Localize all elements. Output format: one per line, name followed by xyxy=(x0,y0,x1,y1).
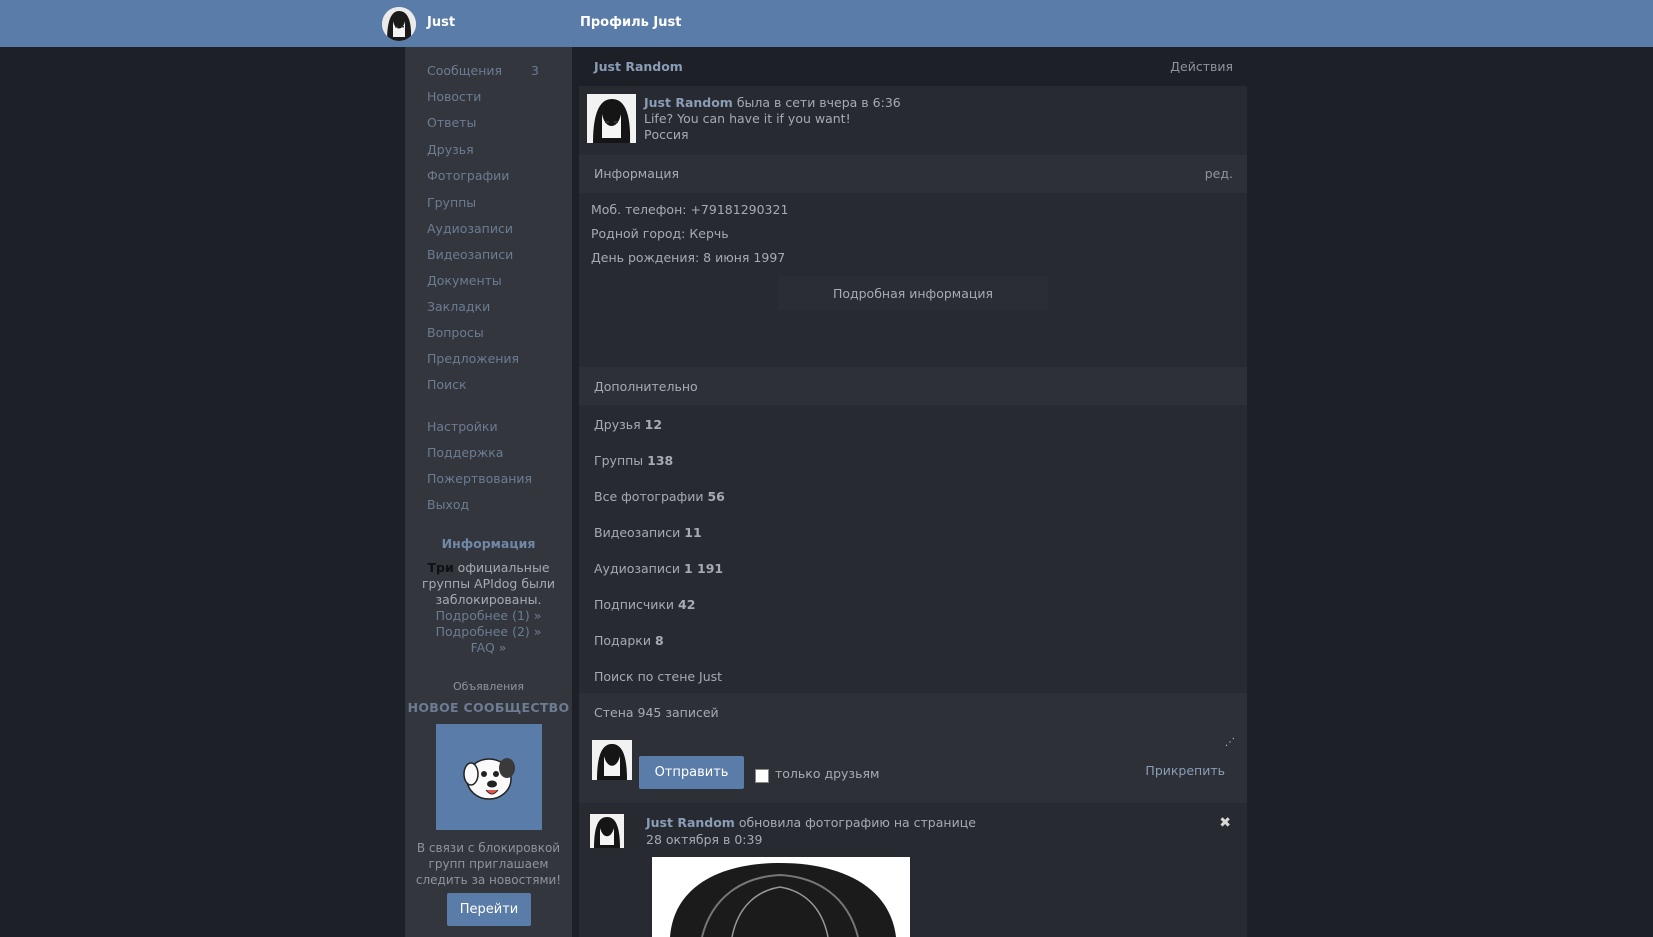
friends-only-label: только друзьям xyxy=(775,766,880,781)
sidebar-item-groups[interactable]: Группы xyxy=(427,195,476,210)
online-status: была в сети вчера в 6:36 xyxy=(732,95,901,110)
info-section-header: Информация ред. xyxy=(579,155,1247,193)
sidebar-item-replies[interactable]: Ответы xyxy=(427,115,476,130)
city-value[interactable]: Керчь xyxy=(689,226,728,241)
additional-section-title: Дополнительно xyxy=(594,379,698,394)
profile-name-link[interactable]: Just Random xyxy=(644,95,733,110)
send-button[interactable]: Отправить xyxy=(639,756,744,789)
post-header: Just Random обновила фотографию на стран… xyxy=(646,815,976,830)
info-text: Три официальные группы APIdog были забло… xyxy=(415,560,562,608)
stat-value: 12 xyxy=(644,417,663,432)
stat-label: Подарки xyxy=(594,633,651,648)
ads-go-button[interactable]: Перейти xyxy=(447,893,531,926)
sidebar-item-logout[interactable]: Выход xyxy=(427,497,469,512)
user-avatar[interactable] xyxy=(382,7,416,41)
info-title: Информация xyxy=(441,536,536,551)
stat-value: 8 xyxy=(654,633,664,648)
top-user-name[interactable]: Just xyxy=(427,15,455,30)
ads-dog-image[interactable] xyxy=(436,724,542,830)
info-link-faq[interactable]: FAQ » xyxy=(405,640,572,655)
additional-section-header: Дополнительно xyxy=(579,367,1247,405)
profile-status: Life? You can have it if you want! xyxy=(644,111,851,126)
info-link-more-1[interactable]: Подробнее (1) » xyxy=(405,608,572,623)
post-date[interactable]: 28 октября в 0:39 xyxy=(646,832,762,847)
additional-section: Друзья 12 Группы 138 Все фотографии 56 В… xyxy=(579,405,1247,693)
profile-country: Россия xyxy=(644,127,689,142)
sidebar-item-news[interactable]: Новости xyxy=(427,89,481,104)
sidebar-item-bookmarks[interactable]: Закладки xyxy=(427,299,490,314)
ads-title[interactable]: НОВОЕ СООБЩЕСТВО xyxy=(405,700,572,715)
sidebar-item-questions[interactable]: Вопросы xyxy=(427,325,484,340)
phone-label: Моб. телефон: xyxy=(591,202,687,217)
stat-label: Подписчики xyxy=(594,597,675,612)
stat-value: 42 xyxy=(678,597,696,612)
wall-post: Just Random обновила фотографию на стран… xyxy=(579,803,1247,937)
ads-text: В связи с блокировкой групп приглашаем с… xyxy=(415,841,562,887)
composer-avatar xyxy=(592,740,632,780)
sidebar-item-messages[interactable]: Сообщения xyxy=(427,63,502,78)
info-section: Моб. телефон: +79181290321 Родной город:… xyxy=(579,193,1247,367)
phone-value: +79181290321 xyxy=(690,202,789,217)
sidebar-item-audio[interactable]: Аудиозаписи xyxy=(427,221,513,236)
actions-link[interactable]: Действия xyxy=(1170,59,1233,74)
profile-avatar[interactable] xyxy=(587,94,636,143)
stat-groups[interactable]: Группы 138 xyxy=(594,453,673,468)
stat-photos[interactable]: Все фотографии 56 xyxy=(594,489,725,504)
post-photo[interactable] xyxy=(652,857,910,937)
sidebar-item-search[interactable]: Поиск xyxy=(427,377,467,392)
sidebar-item-settings[interactable]: Настройки xyxy=(427,419,498,434)
birthday-label: День рождения: xyxy=(591,250,700,265)
stat-label: Аудиозаписи xyxy=(594,561,680,576)
resize-handle-icon[interactable]: ⋰ xyxy=(1225,737,1235,748)
stat-label: Группы xyxy=(594,453,644,468)
stat-audio[interactable]: Аудиозаписи 1 191 xyxy=(594,561,723,576)
top-bar: Just Профиль Just xyxy=(0,0,1653,47)
info-link-more-2[interactable]: Подробнее (2) » xyxy=(405,624,572,639)
info-text-bold: Три xyxy=(427,560,454,575)
sidebar-item-support[interactable]: Поддержка xyxy=(427,445,503,460)
stat-gifts[interactable]: Подарки 8 xyxy=(594,633,664,648)
messages-count-badge: 3 xyxy=(531,63,539,78)
sidebar-item-suggestions[interactable]: Предложения xyxy=(427,351,519,366)
city-row: Родной город: Керчь xyxy=(591,226,729,241)
sidebar-item-photos[interactable]: Фотографии xyxy=(427,168,509,183)
profile-card: Just Random была в сети вчера в 6:36 Lif… xyxy=(579,86,1247,155)
stat-followers[interactable]: Подписчики 42 xyxy=(594,597,695,612)
post-author-link[interactable]: Just Random xyxy=(646,815,735,830)
profile-online-line: Just Random была в сети вчера в 6:36 xyxy=(644,95,901,110)
stat-label: Видеозаписи xyxy=(594,525,681,540)
stat-value: 1 191 xyxy=(683,561,724,576)
profile-header-name: Just Random xyxy=(594,59,683,74)
sidebar-item-friends[interactable]: Друзья xyxy=(427,142,474,157)
friends-only-checkbox[interactable] xyxy=(755,769,769,783)
stat-value: 138 xyxy=(647,453,674,468)
more-info-button[interactable]: Подробная информация xyxy=(778,276,1048,310)
stat-friends[interactable]: Друзья 12 xyxy=(594,417,662,432)
stat-videos[interactable]: Видеозаписи 11 xyxy=(594,525,702,540)
stat-value: 11 xyxy=(684,525,702,540)
stat-label: Все фотографии xyxy=(594,489,704,504)
phone-row: Моб. телефон: +79181290321 xyxy=(591,202,788,217)
stat-value: 56 xyxy=(707,489,725,504)
ads-label: Объявления xyxy=(452,680,525,693)
city-label: Родной город: xyxy=(591,226,686,241)
sidebar-item-documents[interactable]: Документы xyxy=(427,273,502,288)
info-section-title: Информация xyxy=(594,166,680,181)
page-title: Профиль Just xyxy=(580,15,682,30)
birthday-row: День рождения: 8 июня 1997 xyxy=(591,250,785,265)
close-icon[interactable]: ✖ xyxy=(1219,815,1231,831)
stat-label: Друзья xyxy=(594,417,641,432)
sidebar-item-video[interactable]: Видеозаписи xyxy=(427,247,513,262)
info-edit-link[interactable]: ред. xyxy=(1205,166,1233,181)
birthday-value[interactable]: 8 июня 1997 xyxy=(703,250,785,265)
sidebar-item-donations[interactable]: Пожертвования xyxy=(427,471,532,486)
attach-link[interactable]: Прикрепить xyxy=(1145,763,1225,778)
wall-title: Стена 945 записей xyxy=(594,705,719,720)
wall-search-link[interactable]: Поиск по стене Just xyxy=(594,669,722,684)
sidebar: Сообщения 3 Новости Ответы Друзья Фотогр… xyxy=(405,47,572,937)
post-action: обновила фотографию на странице xyxy=(734,815,976,830)
post-author-avatar[interactable] xyxy=(590,814,624,848)
